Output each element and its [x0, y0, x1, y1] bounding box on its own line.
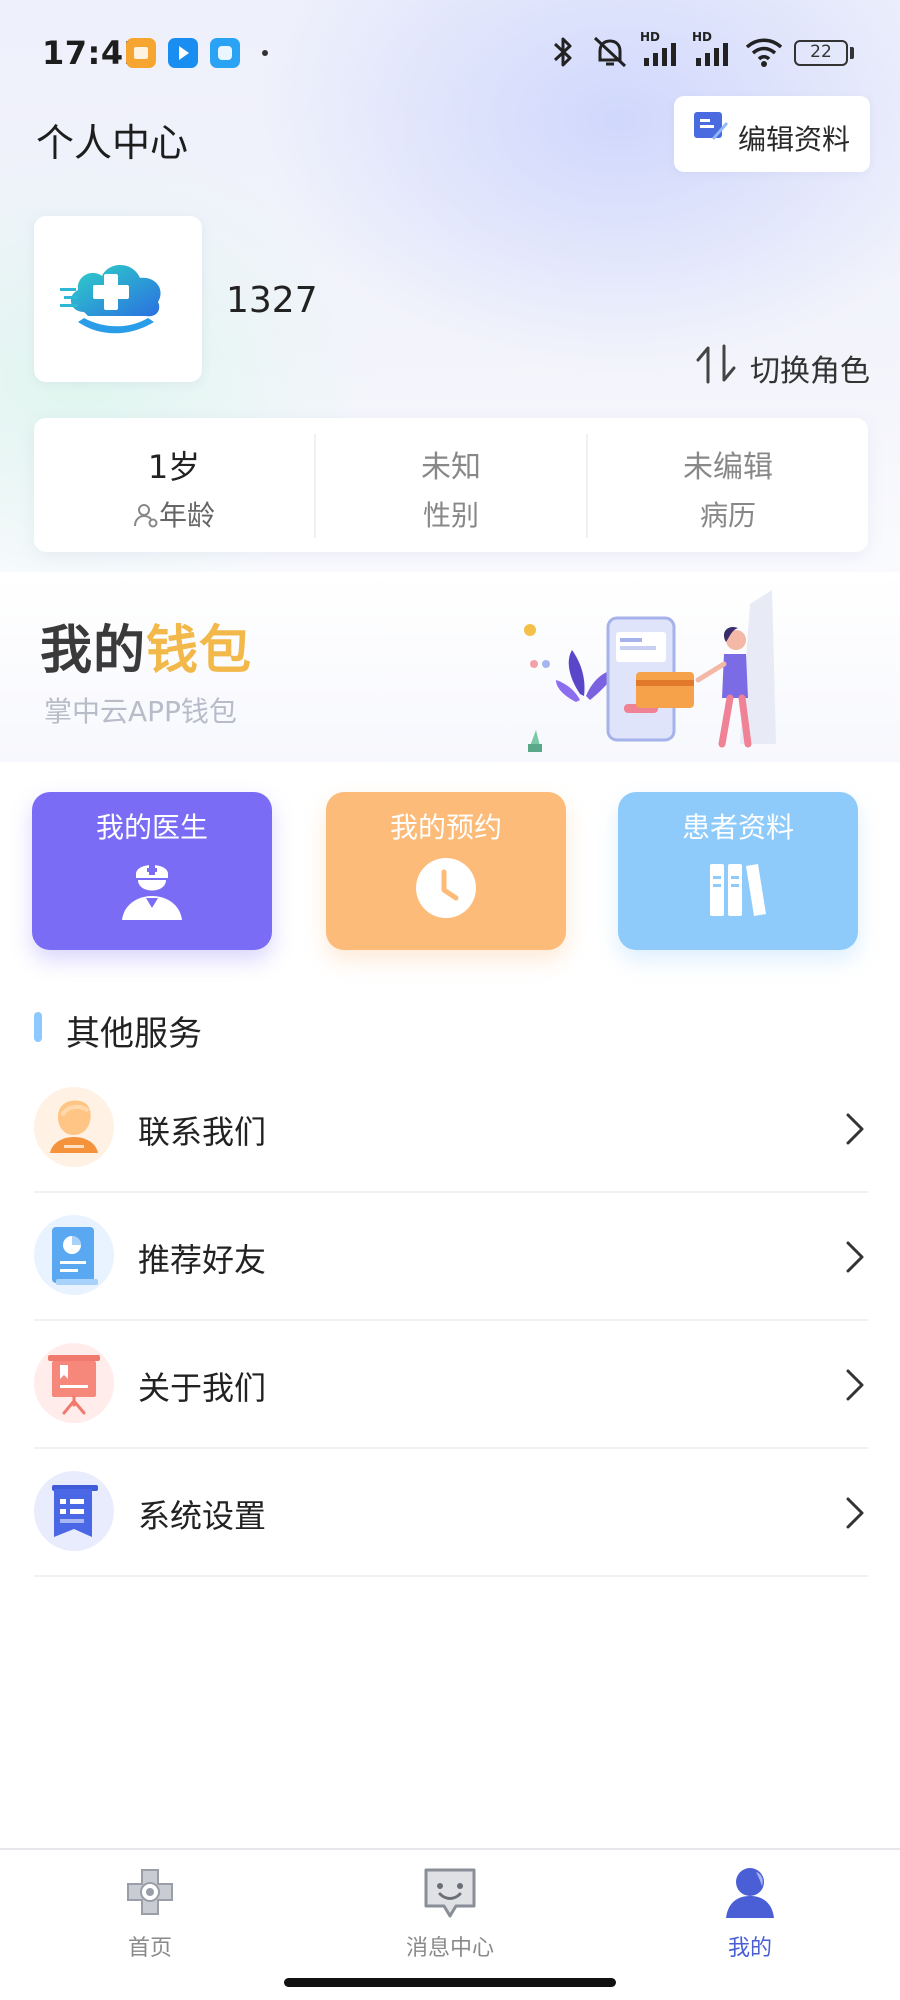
books-icon	[710, 864, 766, 916]
status-bar: 17:42 HD HD 22	[0, 0, 900, 100]
chevron-right-icon	[846, 1241, 864, 1273]
stat-age[interactable]: 1岁 年龄	[34, 418, 314, 552]
list-item-about-us[interactable]: 关于我们	[34, 1321, 868, 1449]
stat-age-label: 年龄	[158, 499, 215, 532]
stat-gender-value: 未知	[421, 450, 481, 485]
doctor-icon	[122, 865, 182, 920]
switch-arrows-icon	[696, 344, 736, 384]
stat-gender[interactable]: 未知 性别	[316, 418, 586, 552]
wallet-title: 我的钱包	[40, 608, 252, 683]
section-accent-bar	[34, 1012, 42, 1042]
orange-app-notification-icon	[126, 38, 156, 68]
patient-info-label: 患者资料	[681, 811, 794, 844]
chevron-right-icon	[846, 1497, 864, 1529]
signal-1-icon: HD	[640, 30, 686, 70]
blue-app-notification-icon	[168, 38, 198, 68]
other-services-title: 其他服务	[66, 1014, 202, 1054]
wallet-title-part1: 我的	[40, 621, 147, 681]
wallet-banner[interactable]: 我的钱包 掌中云APP钱包	[0, 572, 900, 762]
avatar[interactable]	[34, 216, 202, 382]
cyan-app-notification-icon	[210, 38, 240, 68]
nav-profile[interactable]: 我的	[650, 1860, 850, 1970]
my-appointment-button[interactable]: 我的预约	[326, 792, 566, 950]
edit-doc-icon	[694, 112, 728, 140]
battery-indicator: 22	[794, 40, 848, 66]
cloud-medical-logo-icon	[60, 265, 161, 334]
nav-messages-label: 消息中心	[405, 1936, 494, 1961]
edit-profile-label: 编辑资料	[738, 123, 851, 156]
nav-profile-label: 我的	[727, 1936, 772, 1961]
contact-person-icon	[34, 1087, 114, 1167]
home-cross-icon	[127, 1869, 173, 1915]
stat-age-label-row: 年龄	[34, 494, 314, 534]
message-icon	[424, 1868, 476, 1918]
switch-role-label: 切换角色	[750, 354, 870, 389]
edit-profile-button[interactable]: 编辑资料	[674, 96, 870, 172]
stat-record-label: 病历	[699, 499, 756, 532]
profile-icon	[726, 1868, 774, 1918]
nav-home-label: 首页	[127, 1936, 172, 1961]
more-notifications-dot	[262, 50, 268, 56]
system-settings-label: 系统设置	[138, 1497, 267, 1535]
stat-gender-label: 性别	[422, 499, 479, 532]
profile-stats-card: 1岁 年龄 未知 性别 未编辑 病历	[34, 418, 868, 552]
my-doctor-label: 我的医生	[95, 811, 208, 844]
settings-doc-icon	[34, 1471, 114, 1551]
wallet-illustration	[524, 590, 776, 752]
mute-bell-icon	[593, 36, 627, 68]
about-us-label: 关于我们	[138, 1369, 267, 1407]
wallet-title-part2: 钱包	[146, 621, 253, 681]
list-item-contact-us[interactable]: 联系我们	[34, 1065, 868, 1193]
contact-us-label: 联系我们	[138, 1113, 267, 1151]
page-title: 个人中心	[36, 121, 189, 165]
my-doctor-button[interactable]: 我的医生	[32, 792, 272, 950]
stat-age-value: 1岁	[147, 448, 201, 486]
clock-icon	[416, 858, 476, 918]
nav-messages[interactable]: 消息中心	[350, 1860, 550, 1970]
battery-cap	[850, 47, 854, 59]
list-item-system-settings[interactable]: 系统设置	[34, 1449, 868, 1577]
signal-2-icon: HD	[692, 30, 738, 70]
person-outline-icon	[133, 504, 158, 528]
stat-record-value: 未编辑	[683, 450, 773, 485]
recommend-friend-label: 推荐好友	[138, 1241, 267, 1279]
presentation-board-icon	[34, 1343, 114, 1423]
user-name: 1327	[226, 280, 318, 321]
patient-info-button[interactable]: 患者资料	[618, 792, 858, 950]
chevron-right-icon	[846, 1369, 864, 1401]
home-indicator[interactable]	[284, 1978, 616, 1987]
bluetooth-icon	[553, 37, 572, 67]
my-appointment-label: 我的预约	[389, 811, 502, 844]
nav-home[interactable]: 首页	[50, 1860, 250, 1970]
chevron-right-icon	[846, 1113, 864, 1145]
recommend-doc-icon	[34, 1215, 114, 1295]
wifi-icon	[745, 38, 783, 67]
wallet-subtitle: 掌中云APP钱包	[44, 695, 237, 728]
list-item-recommend-friend[interactable]: 推荐好友	[34, 1193, 868, 1321]
stat-medical-record[interactable]: 未编辑 病历	[588, 418, 868, 552]
